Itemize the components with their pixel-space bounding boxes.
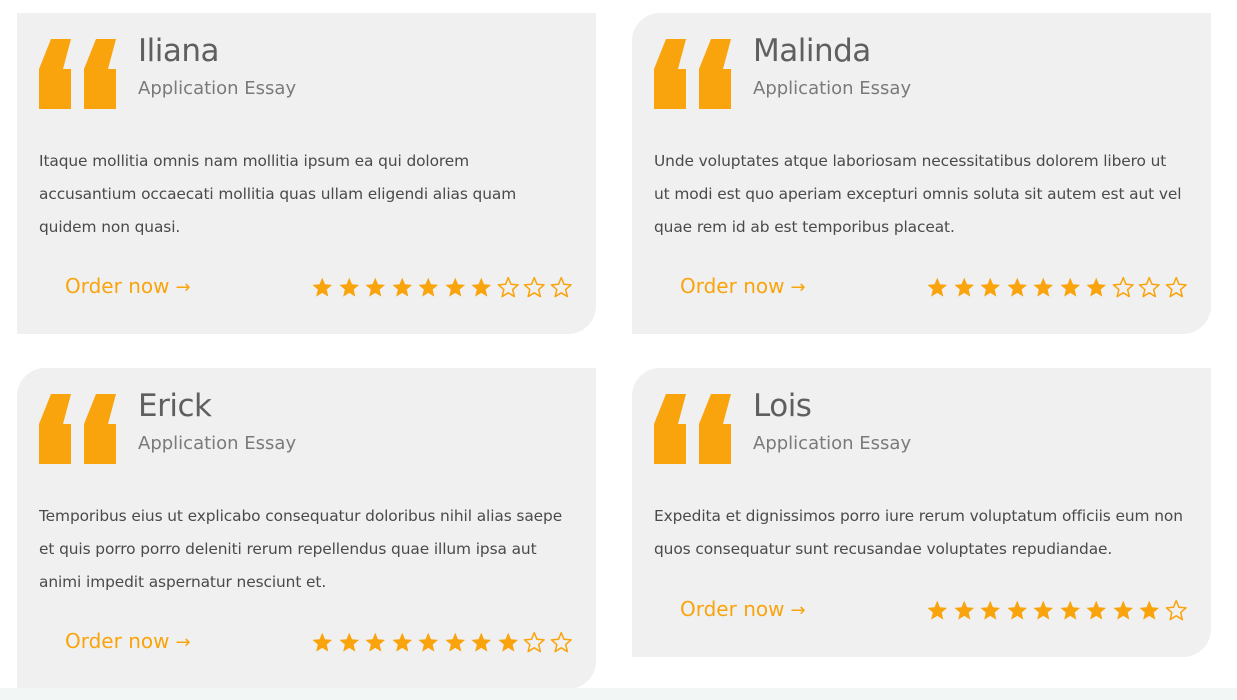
star-filled-icon <box>444 277 465 297</box>
page-bottom-strip <box>0 688 1237 700</box>
star-rating <box>926 599 1187 621</box>
star-outline-icon <box>523 276 545 298</box>
order-now-link[interactable]: Order now → <box>680 274 806 298</box>
author-name: Iliana <box>138 33 220 69</box>
star-filled-icon <box>927 600 948 620</box>
star-rating <box>311 631 572 653</box>
order-now-link[interactable]: Order now → <box>65 629 191 653</box>
testimonial-text: Unde voluptates atque laboriosam necessi… <box>654 152 1182 236</box>
star-filled-icon <box>338 632 359 652</box>
testimonial-card: Lois Application Essay Expedita et digni… <box>632 368 1211 657</box>
arrow-right-icon: → <box>790 600 806 621</box>
star-outline-icon <box>550 276 572 298</box>
star-filled-icon <box>338 277 359 297</box>
quote-icon <box>39 39 116 109</box>
star-filled-icon <box>418 632 439 652</box>
testimonial-card: Malinda Application Essay Unde voluptate… <box>632 13 1211 334</box>
order-now-label: Order now <box>65 629 170 653</box>
quote-icon <box>39 394 116 464</box>
star-filled-icon <box>1059 600 1080 620</box>
star-filled-icon <box>953 277 974 297</box>
star-filled-icon <box>1086 277 1107 297</box>
arrow-right-icon: → <box>175 277 191 298</box>
order-type: Application Essay <box>138 433 297 454</box>
order-type: Application Essay <box>753 433 912 454</box>
star-filled-icon <box>1139 600 1160 620</box>
star-filled-icon <box>444 632 465 652</box>
star-outline-icon <box>1112 276 1134 298</box>
star-outline-icon <box>497 276 519 298</box>
order-now-link[interactable]: Order now → <box>65 274 191 298</box>
star-filled-icon <box>1033 600 1054 620</box>
arrow-right-icon: → <box>790 277 806 298</box>
star-outline-icon <box>1165 276 1187 298</box>
testimonial-text: Temporibus eius ut explicabo consequatur… <box>39 507 563 591</box>
star-rating <box>926 276 1187 298</box>
author-name: Malinda <box>753 33 871 69</box>
quote-icon <box>654 39 731 109</box>
order-now-label: Order now <box>65 274 170 298</box>
star-filled-icon <box>927 277 948 297</box>
star-filled-icon <box>1006 600 1027 620</box>
quote-icon <box>654 394 731 464</box>
star-filled-icon <box>1112 600 1133 620</box>
star-filled-icon <box>1033 277 1054 297</box>
order-now-link[interactable]: Order now → <box>680 597 806 621</box>
order-type: Application Essay <box>138 78 297 99</box>
testimonial-text: Expedita et dignissimos porro iure rerum… <box>654 507 1183 558</box>
star-filled-icon <box>1086 600 1107 620</box>
star-filled-icon <box>312 632 333 652</box>
testimonial-card: Iliana Application Essay Itaque mollitia… <box>17 13 596 334</box>
star-filled-icon <box>391 277 412 297</box>
star-filled-icon <box>471 277 492 297</box>
order-now-label: Order now <box>680 274 785 298</box>
arrow-right-icon: → <box>175 632 191 653</box>
star-filled-icon <box>1059 277 1080 297</box>
author-name: Erick <box>138 388 212 424</box>
author-name: Lois <box>753 388 812 424</box>
star-filled-icon <box>980 600 1001 620</box>
star-filled-icon <box>365 632 386 652</box>
testimonial-card: Erick Application Essay Temporibus eius … <box>17 368 596 689</box>
star-outline-icon <box>1165 599 1187 621</box>
star-filled-icon <box>497 632 518 652</box>
star-filled-icon <box>953 600 974 620</box>
star-rating <box>311 276 572 298</box>
star-outline-icon <box>550 631 572 653</box>
star-filled-icon <box>391 632 412 652</box>
star-filled-icon <box>980 277 1001 297</box>
star-filled-icon <box>471 632 492 652</box>
order-now-label: Order now <box>680 597 785 621</box>
star-outline-icon <box>523 631 545 653</box>
testimonial-text: Itaque mollitia omnis nam mollitia ipsum… <box>39 152 517 236</box>
star-filled-icon <box>312 277 333 297</box>
star-outline-icon <box>1138 276 1160 298</box>
star-filled-icon <box>418 277 439 297</box>
star-filled-icon <box>365 277 386 297</box>
order-type: Application Essay <box>753 78 912 99</box>
star-filled-icon <box>1006 277 1027 297</box>
